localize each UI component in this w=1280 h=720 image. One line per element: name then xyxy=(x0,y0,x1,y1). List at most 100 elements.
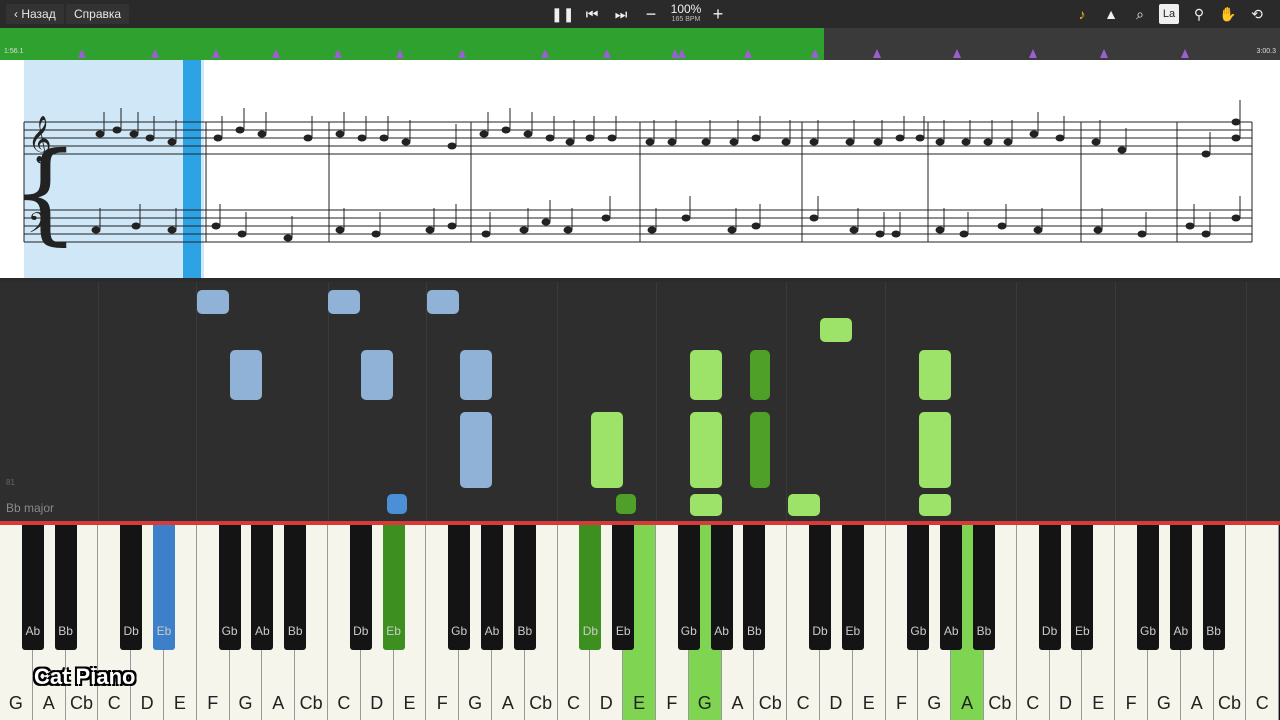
section-marker[interactable] xyxy=(953,49,961,58)
section-marker[interactable] xyxy=(744,49,752,58)
black-key[interactable]: Db xyxy=(809,525,831,650)
tempo-increase-icon[interactable]: + xyxy=(708,4,728,24)
section-marker[interactable] xyxy=(811,49,819,58)
section-marker[interactable] xyxy=(541,49,549,58)
black-key[interactable]: Db xyxy=(1038,525,1061,650)
section-marker[interactable] xyxy=(78,49,86,58)
black-key[interactable]: Bb xyxy=(743,525,766,650)
search-icon[interactable]: ⌕ xyxy=(1130,4,1150,24)
key-label: E xyxy=(1092,693,1105,713)
key-label: Cb xyxy=(69,693,93,713)
black-key[interactable]: Ab xyxy=(1169,525,1192,650)
help-button[interactable]: Справка xyxy=(66,4,130,24)
section-marker[interactable] xyxy=(1100,49,1108,58)
pause-icon[interactable]: ❚❚ xyxy=(551,4,574,24)
key-label: E xyxy=(633,693,646,713)
section-marker[interactable] xyxy=(1029,49,1037,58)
note-head xyxy=(647,226,657,234)
note-head xyxy=(237,230,247,238)
section-marker[interactable] xyxy=(678,49,686,58)
black-key[interactable]: Eb xyxy=(841,525,864,650)
note-head xyxy=(303,134,313,142)
loop-icon[interactable]: ⟲ xyxy=(1247,4,1267,24)
section-marker[interactable] xyxy=(603,49,611,58)
section-marker[interactable] xyxy=(458,49,466,58)
location-pin-icon[interactable]: ⚲ xyxy=(1189,4,1209,24)
section-marker[interactable] xyxy=(873,49,881,58)
black-key[interactable]: Ab xyxy=(21,525,44,650)
black-key[interactable]: Gb xyxy=(1137,525,1159,650)
hand-icon[interactable]: ✋ xyxy=(1218,4,1238,24)
black-key[interactable]: Ab xyxy=(710,525,733,650)
black-key[interactable]: Ab xyxy=(481,525,503,650)
black-key[interactable]: Db xyxy=(120,525,143,650)
black-key[interactable]: Eb xyxy=(382,525,405,650)
black-key[interactable]: Db xyxy=(349,525,372,650)
black-key[interactable]: Gb xyxy=(907,525,930,650)
piano-keyboard[interactable]: G A Cb C D E F G A Cb C D E F G A Cb C D E F G A Cb C D E F G A Cb C D E F… xyxy=(0,525,1280,720)
key-label: Db xyxy=(1041,624,1058,638)
key-label: Bb xyxy=(976,624,992,638)
channel-logo: Cat Piano xyxy=(34,664,136,689)
note-head xyxy=(371,230,381,238)
key-label: Eb xyxy=(386,624,401,638)
key-label: A xyxy=(731,693,744,713)
key-label: Db xyxy=(353,624,369,638)
note-head xyxy=(809,214,819,222)
black-key[interactable]: Bb xyxy=(284,525,307,650)
black-key[interactable]: Ab xyxy=(940,525,963,650)
svg-text:{: { xyxy=(10,128,80,256)
key-label: F xyxy=(666,693,678,713)
music-note-icon[interactable]: ♪ xyxy=(1072,4,1092,24)
bar-number: 81 xyxy=(6,478,15,487)
key-label: Bb xyxy=(58,624,73,638)
note-head xyxy=(875,230,885,238)
note-head xyxy=(545,134,555,142)
key-label: E xyxy=(862,693,875,713)
black-key[interactable]: Db xyxy=(579,525,602,650)
section-marker[interactable] xyxy=(1181,49,1189,58)
measure-line xyxy=(196,282,197,522)
key-label: C xyxy=(1026,693,1040,713)
note-head xyxy=(131,222,141,230)
section-marker[interactable] xyxy=(272,49,280,58)
skip-forward-icon[interactable]: ⏭ xyxy=(611,4,631,24)
key-label: A xyxy=(501,693,514,713)
metronome-icon[interactable]: ▲ xyxy=(1101,4,1121,24)
black-key[interactable]: Gb xyxy=(448,525,471,650)
key-label: Ab xyxy=(943,624,959,638)
falling-note xyxy=(919,494,951,516)
black-key[interactable]: Gb xyxy=(218,525,241,650)
note-head xyxy=(997,222,1007,230)
note-head xyxy=(481,230,491,238)
section-marker[interactable] xyxy=(212,49,220,58)
section-marker[interactable] xyxy=(396,49,404,58)
black-key[interactable]: Bb xyxy=(1202,525,1225,650)
black-key[interactable]: Eb xyxy=(1071,525,1094,650)
tempo-decrease-icon[interactable]: − xyxy=(641,4,661,24)
black-key[interactable]: Bb xyxy=(973,525,995,650)
black-key[interactable]: Eb xyxy=(612,525,635,650)
section-marker[interactable] xyxy=(151,49,159,58)
black-key[interactable]: Gb xyxy=(677,525,700,650)
back-button[interactable]: ‹ Назад xyxy=(6,4,64,24)
black-key[interactable]: Ab xyxy=(251,525,274,650)
key-label: G xyxy=(927,693,942,713)
skip-back-icon[interactable]: ⏮ xyxy=(582,4,602,24)
note-head xyxy=(1231,214,1241,222)
black-key[interactable]: Bb xyxy=(513,525,536,650)
key-label: Db xyxy=(812,624,828,638)
note-head xyxy=(983,138,993,146)
white-key[interactable]: C xyxy=(1246,525,1280,720)
note-label-button[interactable]: La xyxy=(1159,4,1179,24)
section-marker[interactable] xyxy=(334,49,342,58)
black-key[interactable]: Bb xyxy=(54,525,77,650)
measure-line xyxy=(885,282,886,522)
note-head xyxy=(1137,230,1147,238)
song-progress-bar[interactable]: 1:56.1 3:00.3 xyxy=(0,28,1280,60)
end-time: 3:00.3 xyxy=(1256,48,1276,55)
note-head xyxy=(959,230,969,238)
note-head xyxy=(479,130,489,138)
key-label: E xyxy=(173,693,186,713)
black-key[interactable]: Eb xyxy=(153,525,175,650)
